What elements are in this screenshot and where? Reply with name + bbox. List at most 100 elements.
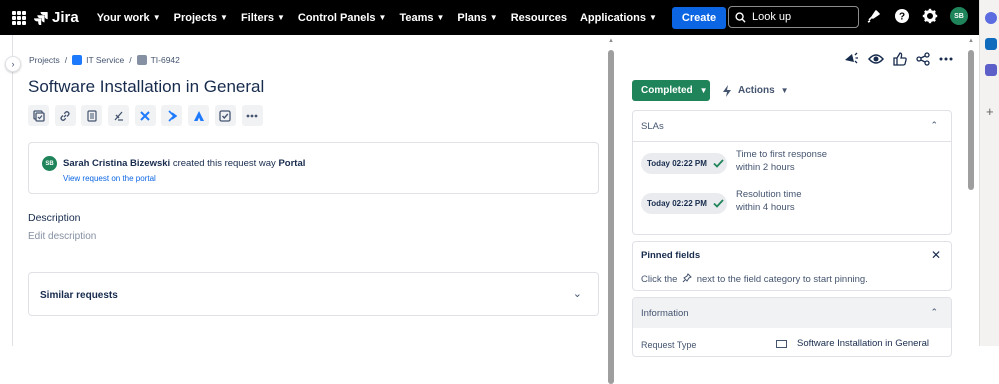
- scrollbar-thumb[interactable]: [968, 50, 974, 190]
- chevron-down-icon[interactable]: ⌄: [573, 287, 582, 300]
- outlook-icon[interactable]: [985, 38, 997, 50]
- feedback-icon[interactable]: [843, 52, 859, 66]
- view-on-portal-link[interactable]: View request on the portal: [63, 174, 156, 183]
- link-icon[interactable]: [54, 105, 76, 126]
- app-switcher-icon[interactable]: [12, 10, 26, 25]
- information-panel: Information ⌃ Request Type Software Inst…: [632, 297, 952, 357]
- slas-panel: SLAs ⌃ Today 02:22 PM Time to first resp…: [632, 110, 952, 235]
- copilot-icon[interactable]: [985, 12, 997, 24]
- breadcrumb-project[interactable]: IT Service: [86, 55, 124, 65]
- sla-goal: Resolution time: [736, 189, 802, 200]
- user-avatar[interactable]: SB: [950, 7, 968, 25]
- status-dropdown-button[interactable]: Completed ▼: [632, 80, 710, 101]
- search-placeholder: Look up: [752, 11, 792, 23]
- breadcrumb-issue-key[interactable]: TI-6942: [151, 55, 180, 65]
- chevron-down-icon: ▼: [220, 13, 228, 22]
- nav-plans[interactable]: Plans ▼: [457, 12, 497, 24]
- product-name: Jira: [52, 9, 79, 26]
- left-sidebar-edge: [0, 35, 13, 346]
- request-type-value[interactable]: Software Installation in General: [776, 338, 929, 349]
- chevron-down-icon: ▼: [436, 13, 445, 22]
- breadcrumb-projects[interactable]: Projects: [29, 55, 60, 65]
- request-type-label: Request Type: [641, 340, 697, 350]
- nav-projects[interactable]: Projects ▼: [174, 12, 228, 24]
- add-icon[interactable]: +: [986, 104, 994, 119]
- chevron-down-icon: ▼: [489, 13, 498, 22]
- sla-time-badge: Today 02:22 PM: [641, 193, 727, 214]
- integration-icon[interactable]: [134, 105, 156, 126]
- slas-heading: SLAs: [641, 121, 664, 132]
- activity-user[interactable]: Sarah Cristina Bizewski: [63, 158, 170, 169]
- divider: [633, 141, 951, 142]
- browser-side-rail: +: [979, 0, 999, 346]
- issue-toolbar: [28, 105, 268, 126]
- nav-applications[interactable]: Applications ▼: [580, 12, 657, 24]
- scrollbar-thumb[interactable]: [608, 50, 614, 384]
- information-header[interactable]: Information ⌃: [633, 298, 951, 328]
- top-right-icons: ? SB: [866, 7, 980, 25]
- nav-filters[interactable]: Filters ▼: [241, 12, 285, 24]
- project-icon: [72, 55, 83, 65]
- chevron-down-icon: ▼: [648, 13, 657, 22]
- page-title[interactable]: Software Installation in General: [28, 77, 264, 97]
- nav-teams[interactable]: Teams ▼: [399, 12, 444, 24]
- integration-alt-icon[interactable]: [161, 105, 183, 126]
- main-nav: Your work ▼ Projects ▼ Filters ▼ Control Pa…: [97, 6, 727, 29]
- sla-item: Today 02:22 PM Time to first response wi…: [641, 149, 827, 174]
- description-heading: Description: [28, 212, 81, 224]
- nav-label: Applications: [579, 11, 646, 24]
- create-button[interactable]: Create: [671, 6, 727, 29]
- notifications-icon[interactable]: [866, 8, 882, 24]
- check-icon: [713, 199, 724, 208]
- sla-description: Resolution time within 4 hours: [736, 188, 801, 214]
- pin-icon: [682, 273, 692, 283]
- share-icon[interactable]: [916, 52, 930, 66]
- nav-resources[interactable]: Resources: [511, 12, 567, 24]
- sla-item: Today 02:22 PM Resolution time within 4 …: [641, 189, 801, 214]
- checklist-icon[interactable]: [214, 105, 236, 126]
- chevron-down-icon: ▼: [378, 13, 387, 22]
- nav-control-panels[interactable]: Control Panels ▼: [298, 12, 387, 24]
- close-icon[interactable]: ✕: [931, 248, 941, 262]
- nav-label: Teams: [399, 11, 434, 24]
- atlassian-icon[interactable]: [188, 105, 210, 126]
- issue-action-icons: [843, 52, 962, 66]
- watch-icon[interactable]: [868, 52, 884, 66]
- description-editor[interactable]: Edit description: [28, 231, 96, 242]
- jira-logo-icon: [34, 11, 48, 25]
- main-scrollbar[interactable]: ▲: [608, 38, 614, 384]
- more-icon[interactable]: [939, 57, 953, 61]
- teams-icon[interactable]: [985, 64, 997, 76]
- nav-label: Resources: [510, 11, 567, 24]
- actions-dropdown-button[interactable]: Actions ▼: [722, 80, 789, 101]
- pinned-fields-panel: Pinned fields ✕ Click the next to the fi…: [632, 241, 952, 291]
- settings-icon[interactable]: [922, 8, 938, 24]
- search-input[interactable]: Look up: [728, 6, 859, 28]
- search-icon: [735, 11, 746, 23]
- similar-requests-panel[interactable]: Similar requests ⌄: [28, 272, 599, 316]
- nav-your-work[interactable]: Your work ▼: [97, 12, 161, 24]
- more-icon[interactable]: [241, 105, 263, 126]
- expand-sidebar-button[interactable]: ›: [5, 56, 21, 72]
- branch-icon[interactable]: [108, 105, 130, 126]
- chevron-up-icon[interactable]: ⌃: [930, 120, 938, 131]
- nav-label: Your work: [96, 11, 150, 24]
- like-icon[interactable]: [893, 52, 907, 66]
- document-icon[interactable]: [81, 105, 103, 126]
- nav-label: Control Panels: [297, 11, 376, 24]
- add-child-icon[interactable]: [28, 105, 49, 126]
- chevron-up-icon[interactable]: ⌃: [930, 307, 938, 318]
- pinned-fields-hint: Click the next to the field category to …: [641, 273, 868, 285]
- request-type-text: Software Installation in General: [797, 338, 930, 349]
- chevron-down-icon: ▼: [780, 86, 789, 95]
- jira-logo[interactable]: Jira: [34, 9, 79, 26]
- help-icon[interactable]: ?: [894, 8, 910, 24]
- sidebar-scrollbar[interactable]: ▲: [968, 38, 974, 346]
- scroll-up-icon[interactable]: ▲: [608, 38, 614, 44]
- sla-time: Today 02:22 PM: [647, 199, 707, 208]
- chevron-down-icon: ▼: [152, 13, 161, 22]
- svg-text:?: ?: [899, 12, 905, 23]
- nav-label: Plans: [457, 11, 487, 24]
- issue-type-icon: [136, 55, 147, 65]
- scroll-up-icon[interactable]: ▲: [968, 38, 974, 44]
